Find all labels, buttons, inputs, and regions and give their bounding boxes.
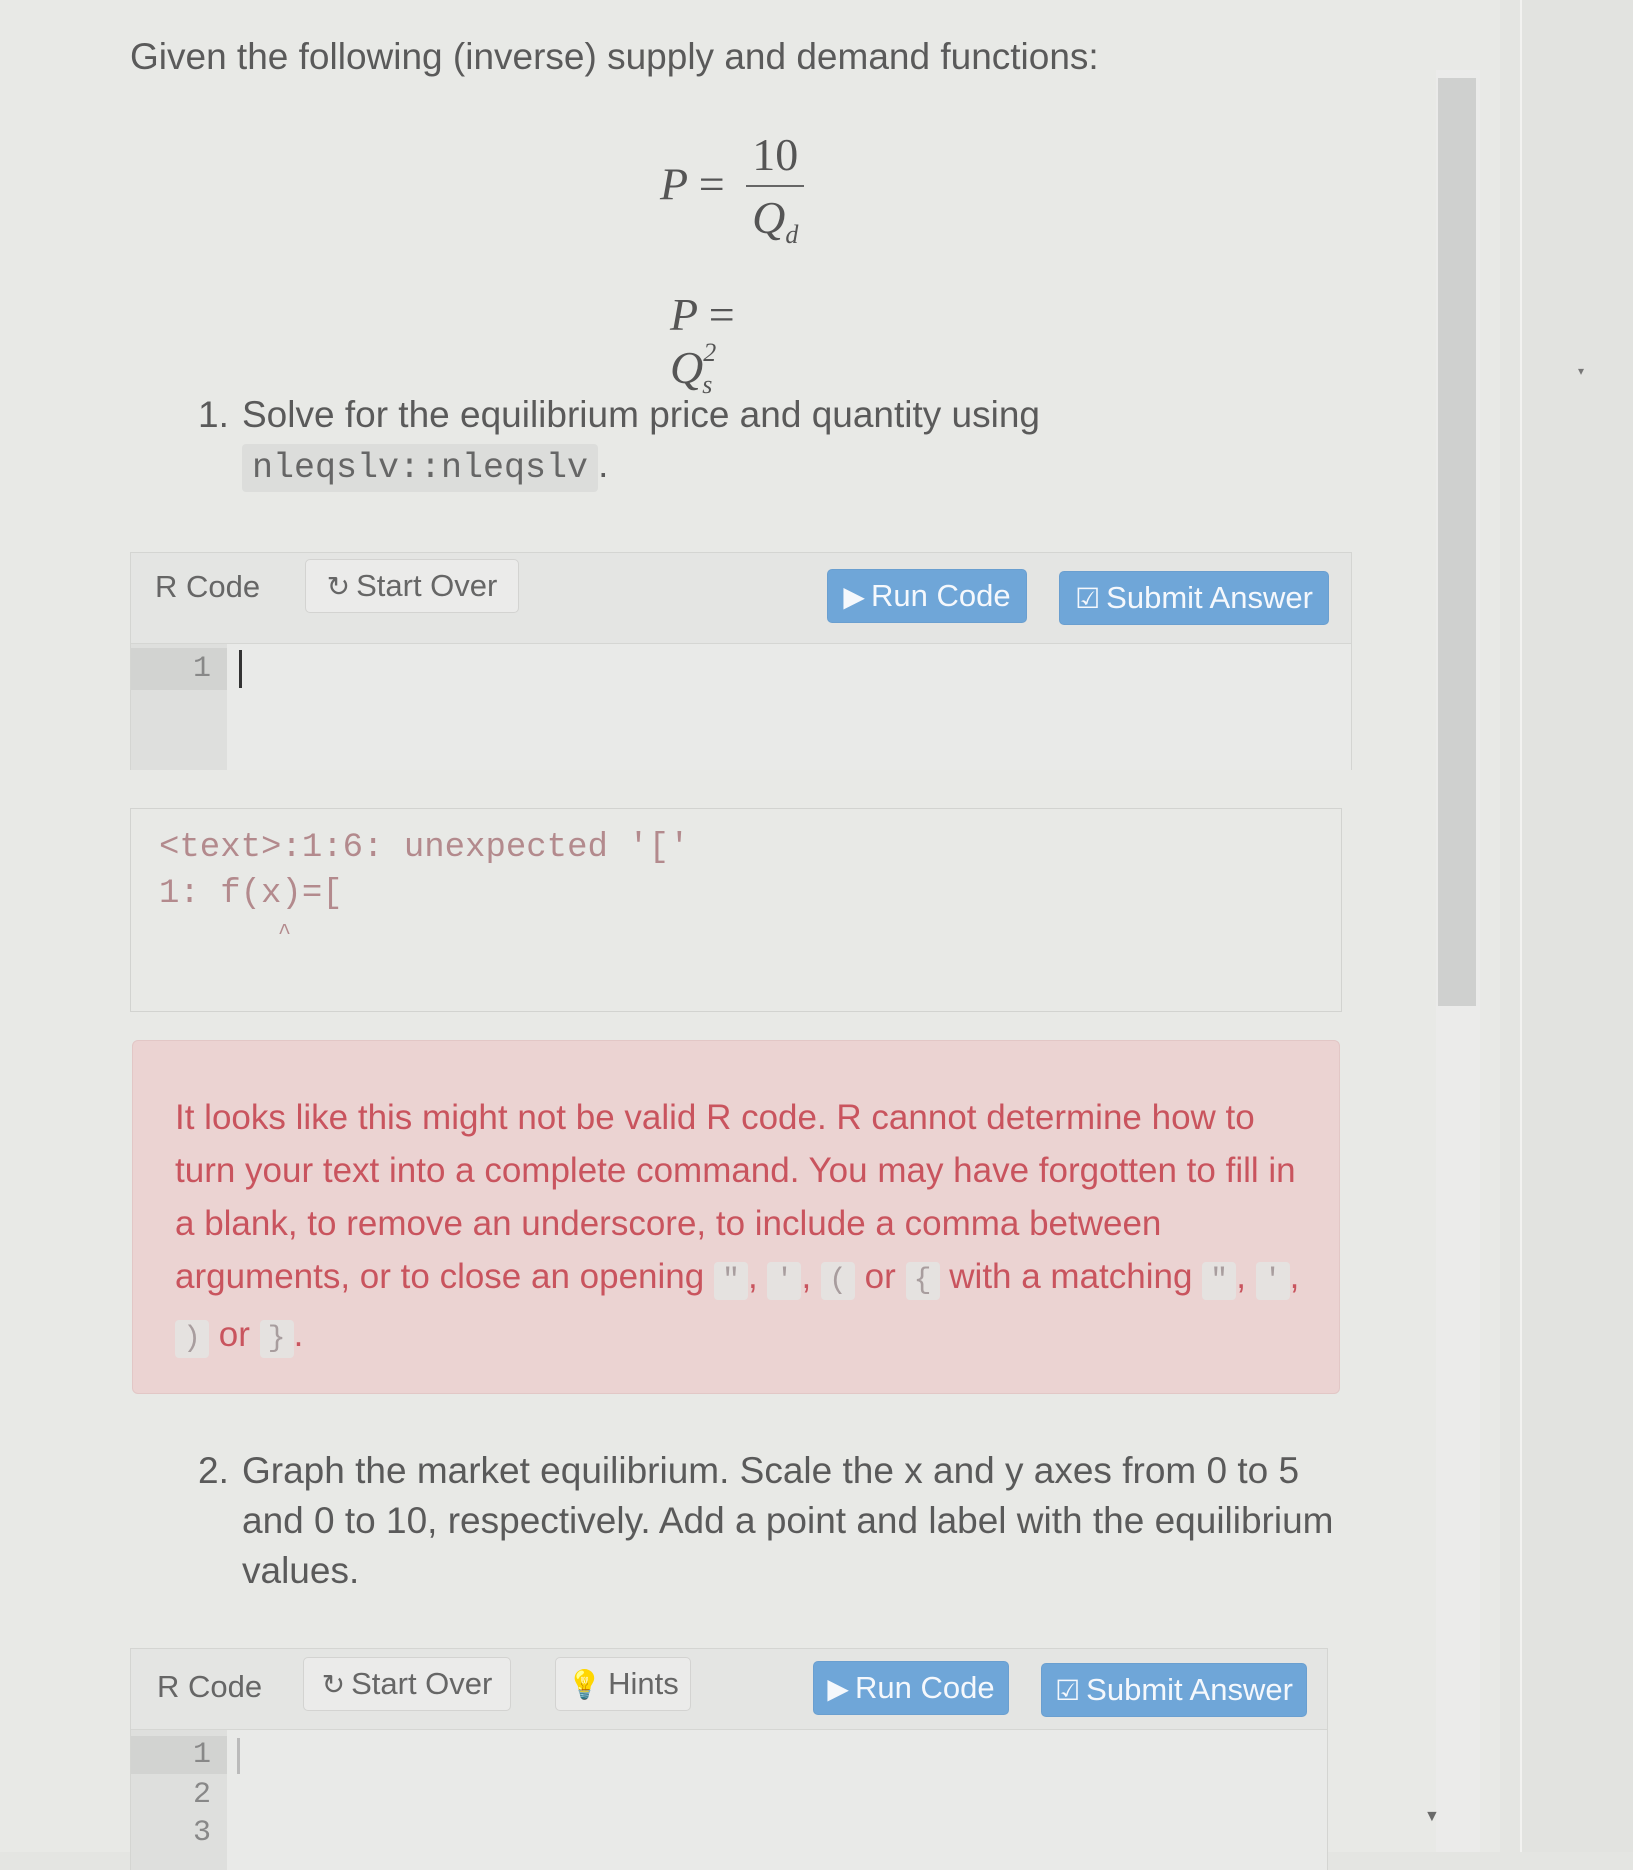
invalid-code-alert: It looks like this might not be valid R … (132, 1040, 1340, 1394)
error-message: <text>:1:6: unexpected '[' (159, 829, 690, 867)
refresh-icon: ↻ (321, 1668, 346, 1700)
start-over-button[interactable]: ↻ Start Over (305, 559, 519, 613)
token-single-quote: ' (1255, 1262, 1290, 1300)
token-close-paren: ) (175, 1320, 210, 1358)
refresh-icon: ↻ (326, 570, 351, 602)
checkbox-icon: ☑ (1055, 1674, 1081, 1706)
token-single-quote: ' (767, 1262, 802, 1300)
submit-answer-button[interactable]: ☑ Submit Answer (1059, 571, 1329, 625)
token-double-quote: " (713, 1262, 748, 1300)
question-2: 2. Graph the market equilibrium. Scale t… (198, 1450, 1334, 1591)
error-code-line: 1: f(x)=[ (159, 875, 343, 913)
run-code-button[interactable]: ▶ Run Code (813, 1661, 1009, 1715)
token-open-paren: ( (820, 1262, 855, 1300)
dropdown-arrow-icon[interactable]: ▾ (1578, 364, 1584, 378)
scroll-down-arrow-icon[interactable]: ▼ (1424, 1808, 1440, 1826)
fraction: 10 Qd (746, 128, 805, 250)
checkbox-icon: ☑ (1075, 582, 1101, 614)
error-caret: ^ (159, 921, 292, 946)
code-exercise-2: R Code ↻ Start Over 💡 Hints ▶ Run Code ☑… (130, 1648, 1328, 1870)
lightbulb-icon: 💡 (567, 1668, 603, 1700)
supply-equation: P = Q2s (670, 289, 735, 400)
error-output: <text>:1:6: unexpected '[' 1: f(x)=[ ^ (130, 808, 1342, 1012)
text-cursor (237, 1738, 240, 1774)
tutorial-page: Given the following (inverse) supply and… (0, 0, 1500, 1870)
line-number: 1 (131, 648, 227, 690)
token-close-brace: } (259, 1320, 294, 1358)
text-cursor (239, 650, 242, 688)
token-open-brace: { (905, 1262, 940, 1300)
line-number: 3 (192, 1816, 211, 1850)
side-panel: ▾ (1520, 0, 1633, 1852)
play-icon: ▶ (843, 580, 865, 612)
code-editor[interactable]: 1 2 3 (131, 1729, 1327, 1870)
hints-button[interactable]: 💡 Hints (555, 1657, 691, 1711)
submit-answer-button[interactable]: ☑ Submit Answer (1041, 1663, 1307, 1717)
r-code-label: R Code (155, 569, 261, 604)
exercise-toolbar: R Code ↻ Start Over ▶ Run Code ☑ Submit … (131, 553, 1351, 643)
line-number: 2 (192, 1778, 211, 1812)
code-editor[interactable]: 1 (131, 643, 1351, 770)
run-code-button[interactable]: ▶ Run Code (827, 569, 1027, 623)
start-over-button[interactable]: ↻ Start Over (303, 1657, 511, 1711)
demand-equation: P = 10 Qd (660, 128, 805, 250)
inline-code-nleqslv: nleqslv::nleqslv (242, 444, 599, 492)
line-number: 1 (131, 1736, 227, 1774)
play-icon: ▶ (827, 1672, 849, 1704)
token-double-quote: " (1202, 1262, 1237, 1300)
scrollbar-thumb[interactable] (1438, 78, 1476, 1006)
intro-text: Given the following (inverse) supply and… (130, 36, 1099, 77)
r-code-label: R Code (157, 1669, 263, 1704)
question-1: 1. Solve for the equilibrium price and q… (198, 390, 1122, 493)
code-exercise-1: R Code ↻ Start Over ▶ Run Code ☑ Submit … (130, 552, 1352, 770)
exercise-toolbar: R Code ↻ Start Over 💡 Hints ▶ Run Code ☑… (131, 1649, 1327, 1739)
